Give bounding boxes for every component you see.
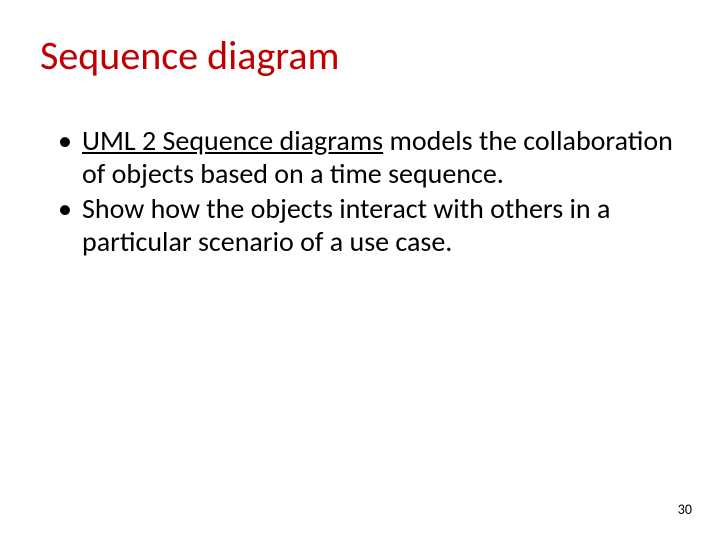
bullet-dot-icon: • bbox=[58, 124, 82, 190]
slide-body: • UML 2 Sequence diagrams models the col… bbox=[58, 124, 680, 258]
bullet-item: • UML 2 Sequence diagrams models the col… bbox=[58, 124, 680, 190]
bullet-text-rest: Show how the objects interact with other… bbox=[82, 191, 610, 259]
bullet-text: Show how the objects interact with other… bbox=[82, 192, 680, 258]
slide: Sequence diagram • UML 2 Sequence diagra… bbox=[0, 0, 720, 540]
slide-title: Sequence diagram bbox=[40, 34, 680, 78]
uml-sequence-diagrams-link[interactable]: UML 2 Sequence diagrams bbox=[82, 123, 383, 158]
bullet-text: UML 2 Sequence diagrams models the colla… bbox=[82, 124, 680, 190]
page-number: 30 bbox=[678, 501, 692, 518]
bullet-dot-icon: • bbox=[58, 192, 82, 258]
bullet-item: • Show how the objects interact with oth… bbox=[58, 192, 680, 258]
